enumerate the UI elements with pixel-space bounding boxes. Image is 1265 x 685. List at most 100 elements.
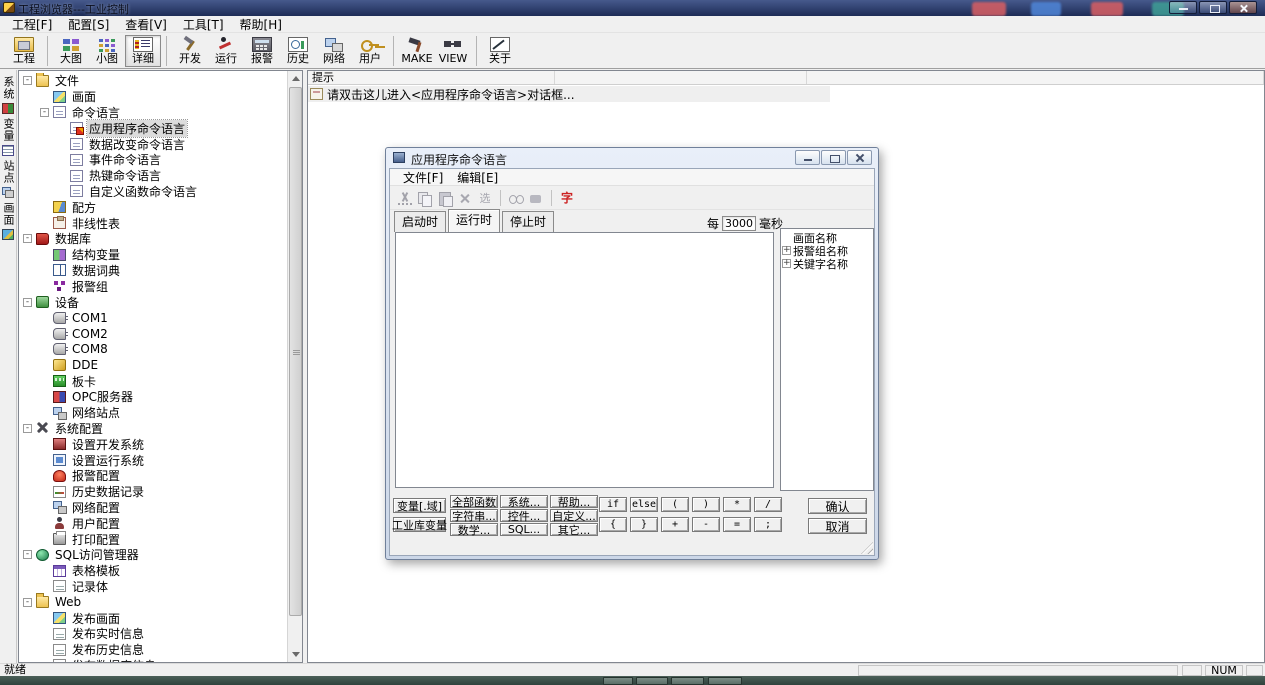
tree-expander-icon[interactable] [40, 471, 49, 480]
tree-item[interactable]: 板卡 [20, 373, 286, 389]
tree-expander-icon[interactable] [40, 361, 49, 370]
tree-item[interactable]: - SQL访问管理器 [20, 547, 286, 563]
operator-button[interactable]: if [599, 497, 627, 512]
toolbar-button[interactable]: 网络 [316, 35, 352, 67]
toolbar-button[interactable]: 大图 [53, 35, 89, 67]
dialog-toolbar-icon[interactable] [398, 192, 412, 205]
function-button[interactable]: 数学... [450, 523, 498, 536]
tree-item[interactable]: 配方 [20, 199, 286, 215]
windows-taskbar[interactable] [0, 676, 1265, 685]
tree-item[interactable]: OPC服务器 [20, 389, 286, 405]
tree-expander-icon[interactable] [40, 535, 49, 544]
menu-item[interactable]: 查看[V] [117, 15, 175, 34]
tree-item[interactable]: 设置运行系统 [20, 452, 286, 468]
scrollbar-thumb[interactable] [289, 87, 302, 616]
toolbar-button[interactable]: 用户 [352, 35, 388, 67]
dialog-toolbar-icon[interactable] [458, 192, 472, 205]
tree-expander-icon[interactable] [40, 408, 49, 417]
dialog-tab[interactable]: 启动时 [394, 211, 446, 232]
menu-item[interactable]: 工具[T] [175, 15, 232, 34]
dialog-toolbar-icon[interactable]: 字 [560, 192, 574, 205]
close-button[interactable] [1229, 1, 1257, 14]
toolbar-button[interactable]: 开发 [172, 35, 208, 67]
side-tree-expander-icon[interactable] [782, 233, 791, 242]
tree-item[interactable]: 用户配置 [20, 515, 286, 531]
tree-item[interactable]: 表格模板 [20, 563, 286, 579]
tree-item[interactable]: 报警配置 [20, 468, 286, 484]
scroll-down-arrow-icon[interactable] [288, 647, 303, 662]
side-tab[interactable]: 画面 [0, 200, 16, 242]
toolbar-button[interactable]: 详细 [125, 35, 161, 67]
dialog-toolbar-icon[interactable] [438, 192, 452, 205]
tree-item[interactable]: 结构变量 [20, 247, 286, 263]
tree-item[interactable]: 发布画面 [20, 610, 286, 626]
tree-item[interactable]: - Web [20, 594, 286, 610]
tree-item[interactable]: 网络配置 [20, 500, 286, 516]
tree-expander-icon[interactable] [40, 345, 49, 354]
tree-expander-icon[interactable]: - [23, 298, 32, 307]
toolbar-button[interactable]: VIEW [435, 35, 471, 67]
taskbar-button[interactable] [603, 677, 633, 685]
tree-item[interactable]: 网络站点 [20, 405, 286, 421]
tree-item[interactable]: 发布实时信息 [20, 626, 286, 642]
function-button[interactable]: SQL... [500, 523, 548, 536]
tree-item[interactable]: 历史数据记录 [20, 484, 286, 500]
tree-item[interactable]: - 系统配置 [20, 421, 286, 437]
dialog-tab[interactable]: 运行时 [448, 209, 500, 232]
function-button[interactable]: 自定义... [550, 509, 598, 522]
operator-button[interactable]: * [723, 497, 751, 512]
column-header[interactable]: 提示 [308, 71, 555, 84]
tree-item[interactable]: 设置开发系统 [20, 436, 286, 452]
tree-expander-icon[interactable] [57, 124, 66, 133]
dialog-minimize-button[interactable] [795, 150, 820, 165]
industry-lib-variable-button[interactable]: 工业库变量 [393, 517, 446, 532]
minimize-button[interactable] [1169, 1, 1197, 14]
tree-expander-icon[interactable] [40, 613, 49, 622]
hint-row[interactable]: 请双击这儿进入<应用程序命令语言>对话框... [308, 86, 830, 102]
operator-button[interactable]: / [754, 497, 782, 512]
tree-expander-icon[interactable] [57, 187, 66, 196]
resize-grip[interactable] [861, 542, 873, 554]
tree-expander-icon[interactable] [40, 250, 49, 259]
toolbar-button[interactable]: MAKE [399, 35, 435, 67]
tree-item[interactable]: 事件命令语言 [20, 152, 286, 168]
tree-expander-icon[interactable] [40, 487, 49, 496]
tree-item[interactable]: COM1 [20, 310, 286, 326]
tree-expander-icon[interactable] [40, 392, 49, 401]
tree-item[interactable]: 自定义函数命令语言 [20, 184, 286, 200]
side-tree-item[interactable]: + 关键字名称 [782, 257, 872, 270]
cancel-button[interactable]: 取消 [808, 518, 867, 534]
tree-item[interactable]: 画面 [20, 89, 286, 105]
dialog-titlebar[interactable]: 应用程序命令语言 [386, 148, 878, 168]
toolbar-button[interactable]: 小图 [89, 35, 125, 67]
tree-item[interactable]: COM2 [20, 326, 286, 342]
toolbar-button[interactable]: 运行 [208, 35, 244, 67]
column-header[interactable] [555, 71, 807, 84]
tree-item[interactable]: 非线性表 [20, 215, 286, 231]
menu-item[interactable]: 工程[F] [4, 15, 60, 34]
tree-expander-icon[interactable]: - [23, 598, 32, 607]
side-tab[interactable]: 系统 [0, 74, 16, 116]
tree-expander-icon[interactable] [40, 282, 49, 291]
operator-button[interactable]: } [630, 517, 658, 532]
tree-expander-icon[interactable] [40, 582, 49, 591]
scroll-up-arrow-icon[interactable] [288, 71, 303, 86]
side-tab[interactable]: 变量 [0, 116, 16, 158]
tree-expander-icon[interactable] [40, 219, 49, 228]
function-button[interactable]: 字符串... [450, 509, 498, 522]
operator-button[interactable]: = [723, 517, 751, 532]
taskbar-button[interactable] [671, 677, 704, 685]
dialog-toolbar-icon[interactable]: 选 [478, 192, 492, 205]
toolbar-button[interactable]: 历史 [280, 35, 316, 67]
tree-item[interactable]: 热键命令语言 [20, 168, 286, 184]
dialog-tab[interactable]: 停止时 [502, 211, 554, 232]
tree-expander-icon[interactable]: - [23, 76, 32, 85]
tree-item[interactable]: 发布数据库信息 [20, 657, 286, 662]
tree-expander-icon[interactable]: - [40, 108, 49, 117]
tree-expander-icon[interactable] [40, 519, 49, 528]
tree-expander-icon[interactable] [40, 661, 49, 662]
dialog-close-button[interactable] [847, 150, 872, 165]
function-button[interactable]: 系统... [500, 495, 548, 508]
tree-expander-icon[interactable] [40, 266, 49, 275]
tree-item[interactable]: 数据改变命令语言 [20, 136, 286, 152]
